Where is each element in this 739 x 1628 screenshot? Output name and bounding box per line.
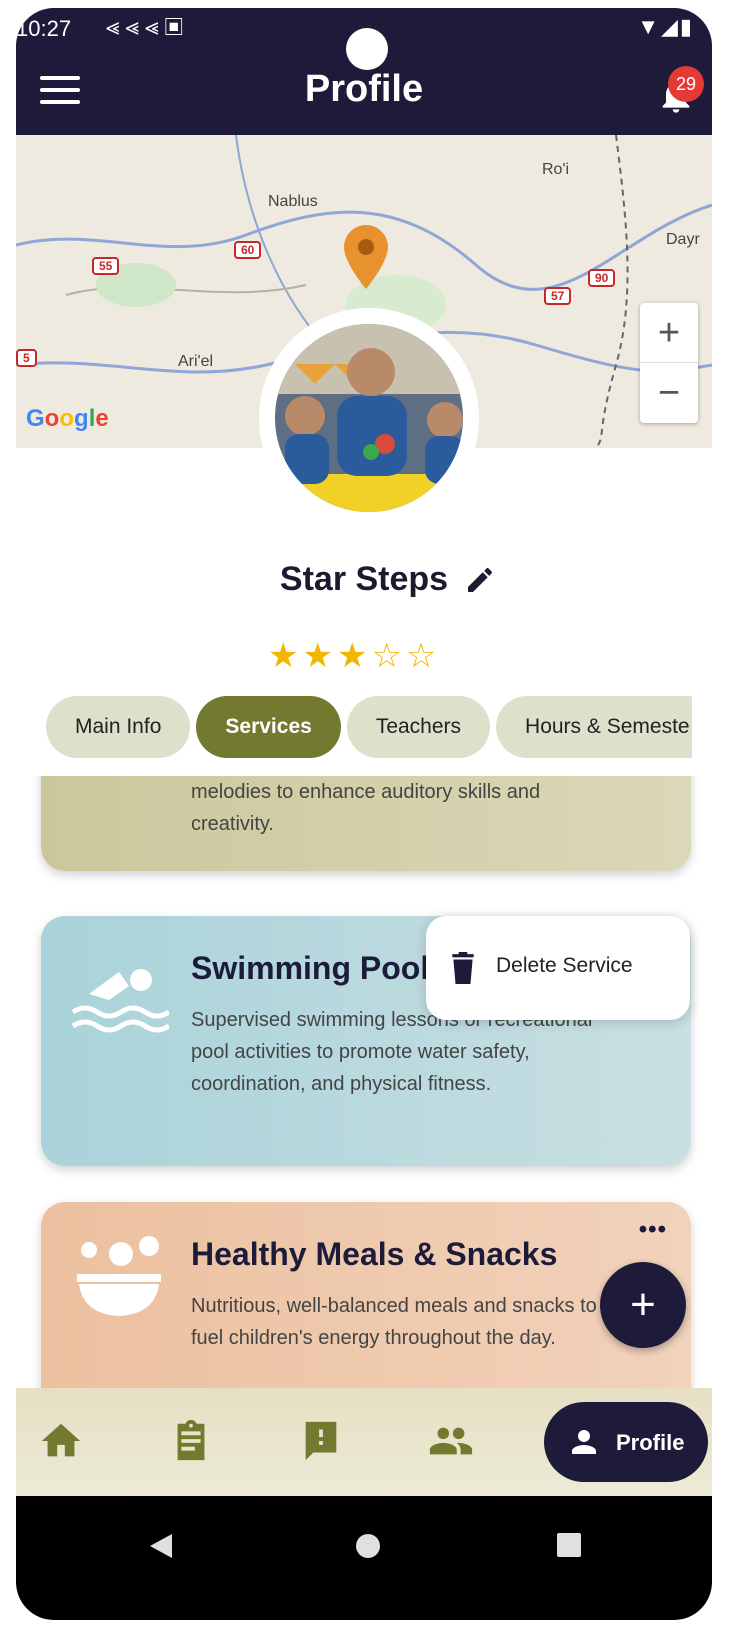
tab-teachers[interactable]: Teachers — [346, 696, 491, 758]
feedback-icon[interactable] — [298, 1418, 344, 1464]
status-time: 10:27 — [16, 16, 72, 41]
avatar-image — [275, 324, 463, 512]
status-notification-icons: ⪡⪡⪡▣ — [106, 14, 189, 42]
add-service-button[interactable]: + — [600, 1262, 686, 1348]
status-system-icons: ▼◢▮ — [637, 14, 694, 40]
app-bar: 10:27 ⪡⪡⪡▣ ▼◢▮ Profile 29 — [16, 8, 712, 135]
service-card-music[interactable]: melodies to enhance auditory skills and … — [41, 776, 691, 871]
tab-hours-semesters[interactable]: Hours & Semeste — [496, 696, 692, 758]
wifi-icon: ▼ — [637, 14, 661, 39]
service-description: melodies to enhance auditory skills and … — [191, 781, 541, 835]
nav-profile-label: Profile — [616, 1430, 685, 1455]
notification-count-badge: 29 — [668, 66, 704, 102]
map-pin-icon[interactable] — [344, 225, 388, 289]
camera-cutout — [346, 28, 388, 70]
person-icon — [572, 1430, 596, 1454]
arrow-left-icon: ⪡ — [145, 14, 165, 41]
tab-services[interactable]: Services — [196, 696, 341, 758]
page-title: Profile — [304, 68, 424, 110]
google-logo: Google — [26, 405, 109, 432]
zoom-out-button[interactable]: − — [640, 363, 698, 423]
road-number-60: 60 — [234, 241, 262, 259]
clipboard-icon[interactable] — [168, 1418, 214, 1464]
service-description: Nutritious, well-balanced meals and snac… — [191, 1295, 597, 1349]
nav-profile-button[interactable]: Profile — [544, 1402, 708, 1482]
notification-bell-icon[interactable]: 29 — [656, 66, 704, 120]
signal-icon: ◢ — [660, 14, 680, 39]
back-triangle-icon[interactable] — [148, 1532, 174, 1560]
map-label-dayr: Dayr — [666, 231, 700, 248]
arrow-left-icon: ⪡ — [106, 14, 126, 41]
profile-name: Star Steps — [279, 560, 449, 598]
app-a-icon: ▣ — [164, 14, 189, 41]
zoom-in-button[interactable]: + — [640, 303, 698, 363]
map-label-ariel: Ari'el — [178, 353, 214, 370]
road-number-5: 5 — [16, 349, 37, 367]
map-zoom-controls: + − — [640, 303, 698, 423]
recents-square-icon[interactable] — [556, 1532, 582, 1558]
edit-pencil-icon[interactable] — [464, 564, 496, 596]
bottom-navigation: Profile — [16, 1388, 712, 1496]
map-label-roi: Ro'i — [542, 161, 570, 178]
profile-avatar[interactable] — [259, 308, 479, 528]
rating-stars: ★★★☆☆ — [268, 637, 441, 675]
trash-icon — [452, 952, 474, 984]
profile-tabs: Main Info Services Teachers Hours & Semeste — [46, 696, 692, 758]
road-number-55: 55 — [92, 257, 120, 275]
arrow-left-icon: ⪡ — [125, 14, 146, 41]
meal-bowl-icon — [77, 1236, 161, 1316]
home-icon[interactable] — [38, 1418, 84, 1464]
phone-screen: 10:27 ⪡⪡⪡▣ ▼◢▮ Profile 29 Nablus Ro'i Ar… — [16, 8, 712, 1620]
road-number-90: 90 — [588, 269, 616, 287]
delete-service-menu-item[interactable]: Delete Service — [426, 916, 690, 1020]
map-label-nablus: Nablus — [268, 193, 318, 210]
tab-main-info[interactable]: Main Info — [46, 696, 191, 758]
swimmer-icon — [71, 969, 169, 1033]
service-title: Swimming Pool — [191, 950, 430, 986]
system-navigation-bar — [16, 1496, 712, 1620]
service-title: Healthy Meals & Snacks — [191, 1236, 558, 1272]
service-card-meals[interactable]: Healthy Meals & Snacks ••• Nutritious, w… — [41, 1202, 691, 1388]
delete-service-label: Delete Service — [496, 954, 633, 977]
more-options-icon[interactable]: ••• — [639, 1216, 667, 1244]
group-icon[interactable] — [428, 1418, 474, 1464]
road-number-57: 57 — [544, 287, 572, 305]
home-circle-icon[interactable] — [354, 1532, 382, 1560]
battery-icon: ▮ — [679, 14, 694, 39]
